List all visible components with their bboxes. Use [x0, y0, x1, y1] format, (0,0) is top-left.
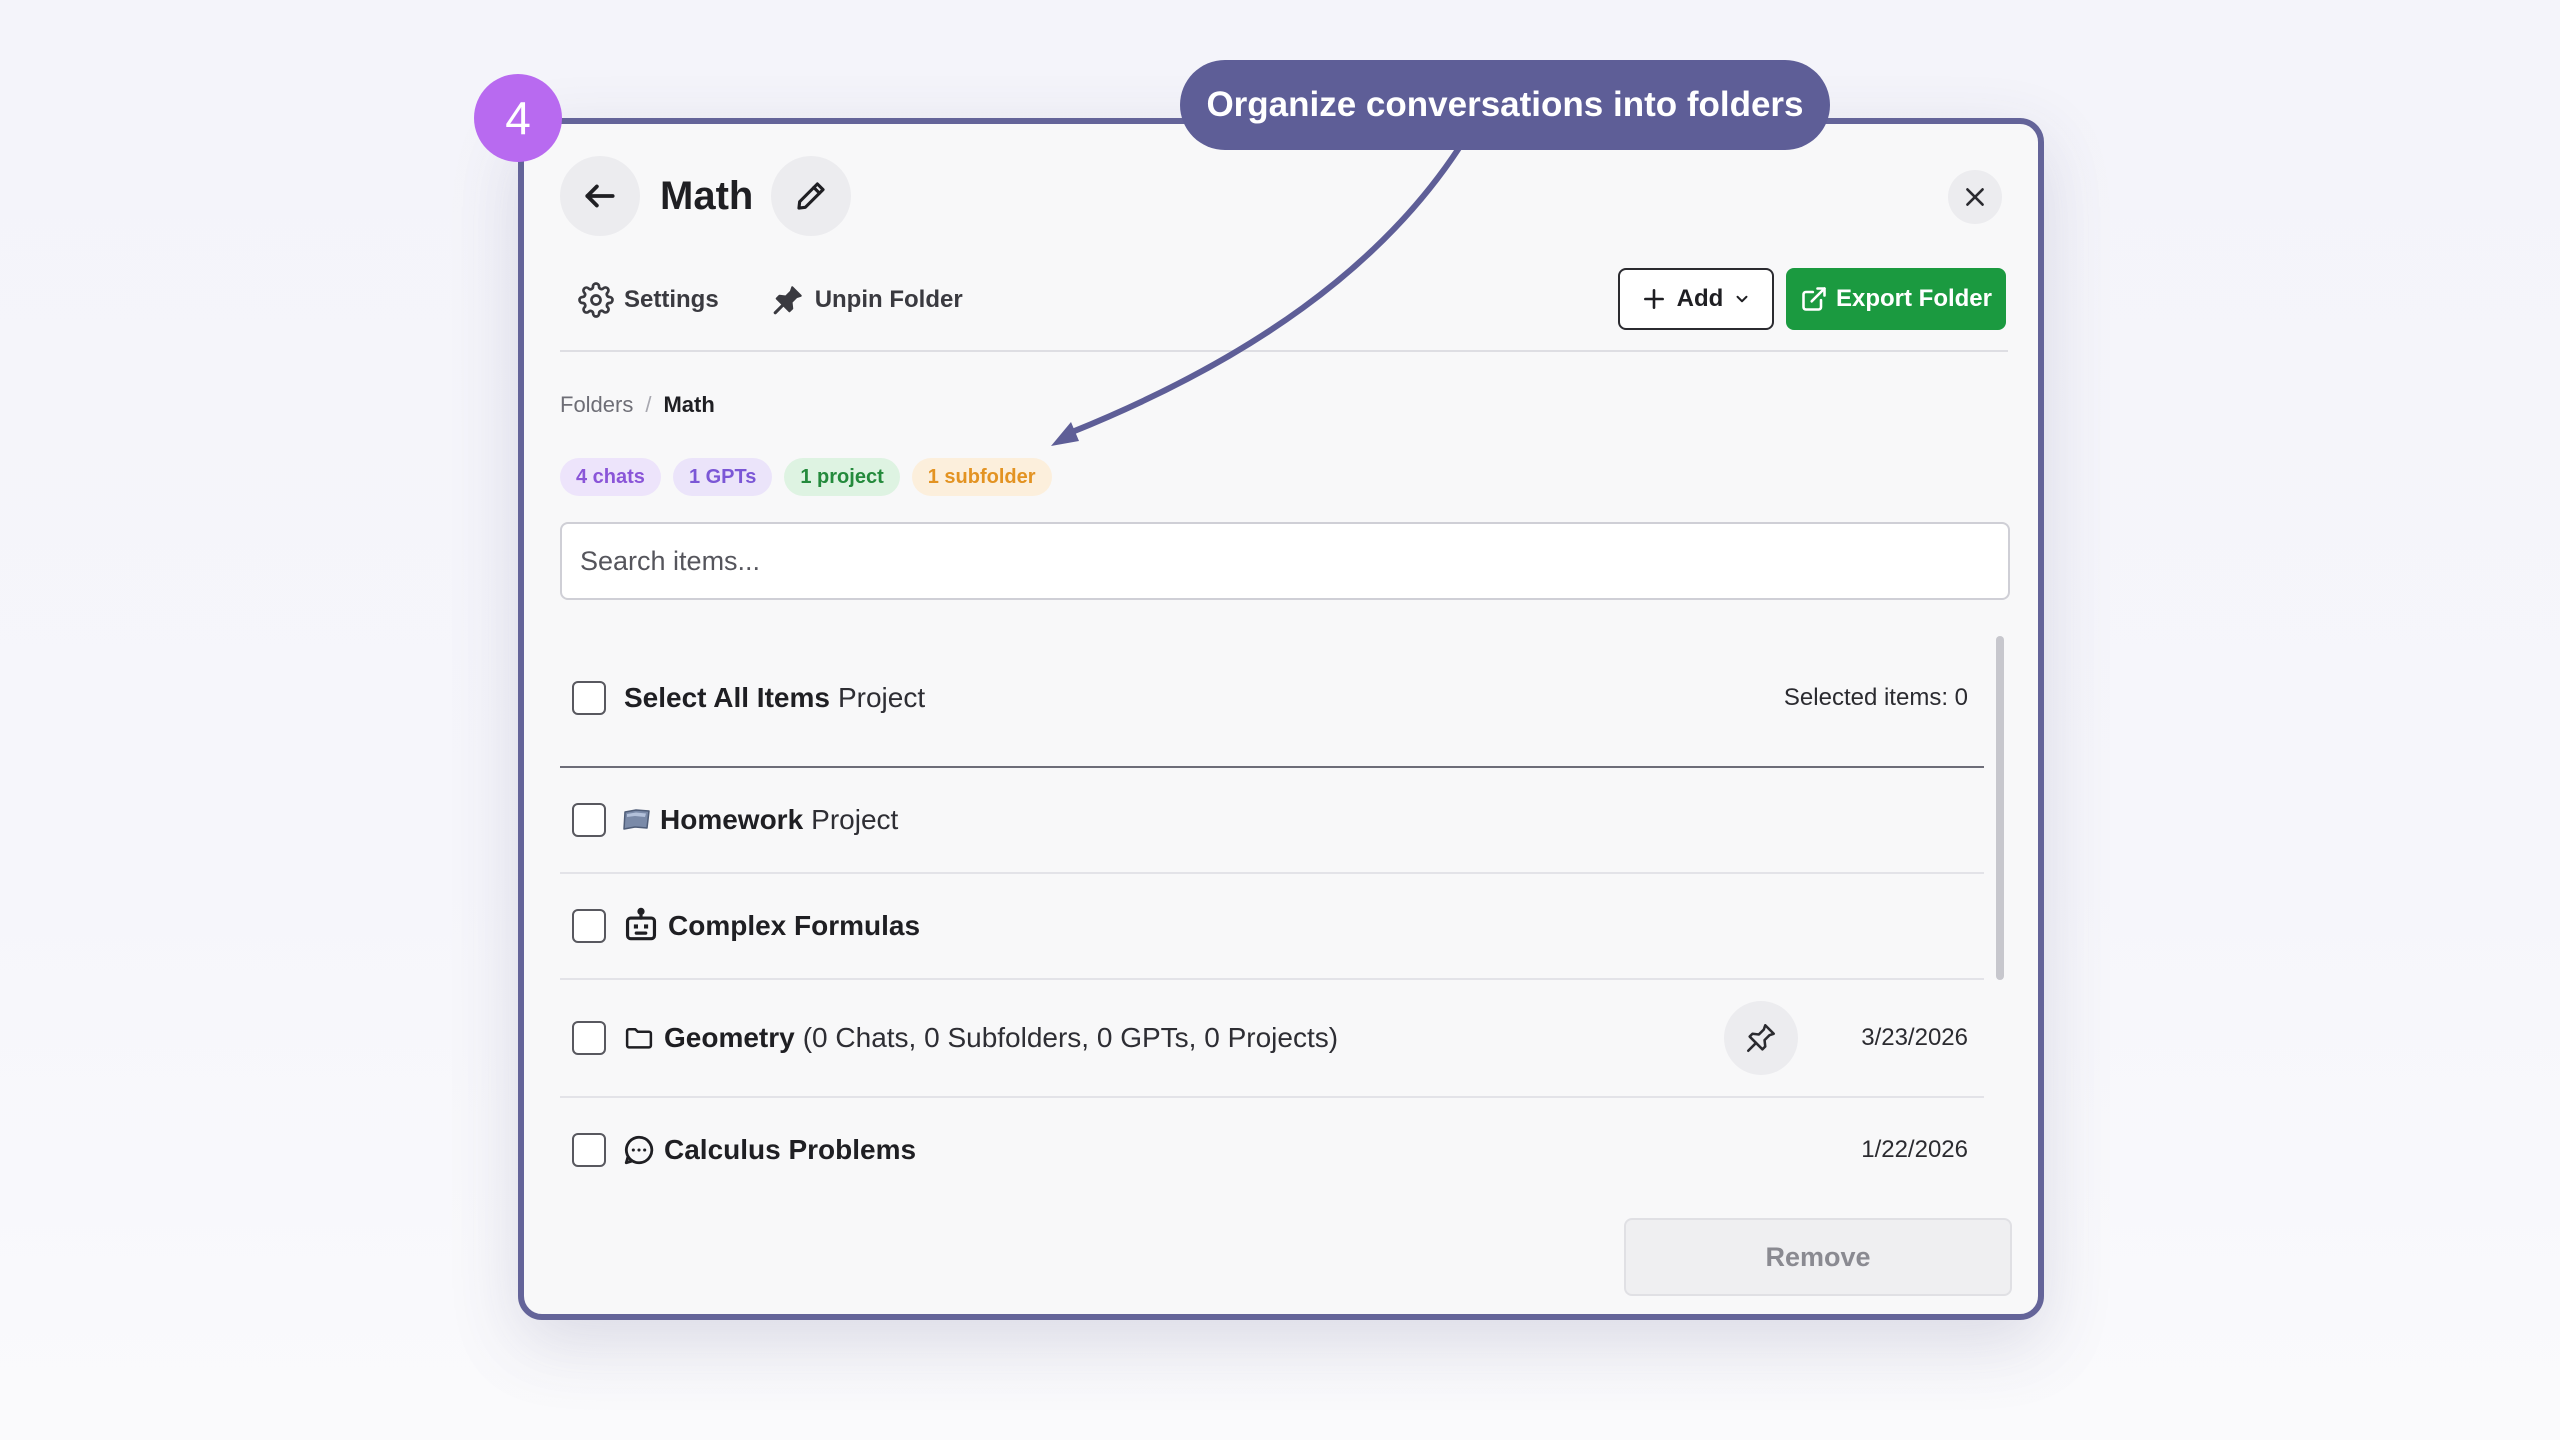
export-folder-label: Export Folder	[1835, 285, 1992, 312]
step-number-badge: 4	[474, 74, 562, 162]
item-checkbox[interactable]	[572, 1021, 606, 1055]
folder-modal: Math Settings Unpin Folder Add Export Fo…	[518, 118, 2044, 1320]
subfolders-count-pill: 1 subfolder	[911, 458, 1052, 496]
item-folder-stats: (0 Chats, 0 Subfolders, 0 GPTs, 0 Projec…	[802, 1022, 1339, 1053]
select-all-row: Select All Items Project Selected items:…	[560, 630, 1984, 768]
chat-bubble-icon	[622, 1133, 656, 1167]
plus-icon	[1643, 289, 1664, 309]
item-name: Complex Formulas	[668, 910, 921, 941]
edit-title-button[interactable]	[771, 156, 852, 236]
item-checkbox[interactable]	[572, 803, 606, 837]
gpts-count-pill: 1 GPTs	[672, 458, 773, 496]
items-list: Select All Items Project Selected items:…	[560, 630, 1984, 1168]
folder-icon	[622, 1023, 656, 1053]
item-name: Calculus Problems	[664, 1134, 917, 1165]
item-checkbox[interactable]	[572, 909, 606, 943]
pin-icon	[1746, 1023, 1776, 1053]
projects-count-pill: 1 project	[784, 458, 900, 496]
add-button[interactable]: Add	[1618, 268, 1774, 330]
external-link-icon	[1802, 287, 1826, 311]
modal-header: Math	[560, 156, 852, 236]
unpin-folder-button[interactable]: Unpin Folder	[771, 283, 963, 317]
item-date: 3/23/2026	[1861, 1024, 1968, 1051]
remove-label: Remove	[1765, 1241, 1871, 1272]
item-count-pills: 4 chats 1 GPTs 1 project 1 subfolder	[560, 458, 1052, 496]
pencil-icon	[797, 182, 825, 210]
select-all-suffix: Project	[837, 682, 926, 713]
add-label: Add	[1676, 285, 1724, 312]
search-input[interactable]	[560, 522, 2010, 600]
select-all-label: Select All Items	[624, 682, 830, 713]
chevron-down-icon	[1736, 295, 1748, 303]
pin-filled-icon	[773, 286, 802, 315]
folder-flag-icon	[622, 807, 652, 833]
item-checkbox[interactable]	[572, 1133, 606, 1167]
selected-items-count: Selected items: 0	[1783, 684, 1968, 711]
chats-count-pill: 4 chats	[560, 458, 661, 496]
close-button[interactable]	[1948, 170, 2002, 224]
remove-button[interactable]: Remove	[1624, 1218, 2012, 1296]
list-scrollbar[interactable]	[1996, 636, 2004, 980]
item-name: Geometry	[664, 1022, 795, 1053]
list-item-project[interactable]: Homework Project	[560, 768, 1984, 874]
arrow-left-icon	[585, 184, 615, 208]
item-type-label: Project	[811, 804, 899, 835]
list-item-gpt[interactable]: Complex Formulas	[560, 874, 1984, 980]
export-folder-button[interactable]: Export Folder	[1786, 268, 2006, 330]
select-all-checkbox[interactable]	[572, 681, 606, 715]
back-button[interactable]	[560, 156, 640, 236]
breadcrumb: Folders / Math	[560, 392, 715, 418]
item-date: 1/22/2026	[1861, 1136, 1968, 1163]
callout-text: Organize conversations into folders	[1206, 85, 1804, 124]
breadcrumb-folders-link[interactable]: Folders	[560, 392, 633, 418]
pin-folder-button[interactable]	[1724, 1001, 1798, 1075]
gear-icon	[578, 282, 614, 318]
callout-tooltip: Organize conversations into folders	[1180, 60, 1830, 150]
folder-title: Math	[660, 173, 754, 218]
breadcrumb-separator: /	[645, 392, 652, 417]
unpin-folder-label: Unpin Folder	[814, 286, 963, 313]
toolbar-divider	[560, 350, 2008, 352]
settings-label: Settings	[624, 286, 719, 313]
toolbar: Settings Unpin Folder	[578, 282, 963, 318]
robot-icon	[622, 907, 660, 945]
breadcrumb-current: Math	[663, 392, 715, 417]
item-name: Homework	[660, 804, 804, 835]
list-item-chat[interactable]: Calculus Problems 1/22/2026	[560, 1098, 1984, 1168]
settings-button[interactable]: Settings	[578, 282, 719, 318]
close-icon	[1966, 188, 1984, 206]
list-item-folder[interactable]: Geometry (0 Chats, 0 Subfolders, 0 GPTs,…	[560, 980, 1984, 1098]
